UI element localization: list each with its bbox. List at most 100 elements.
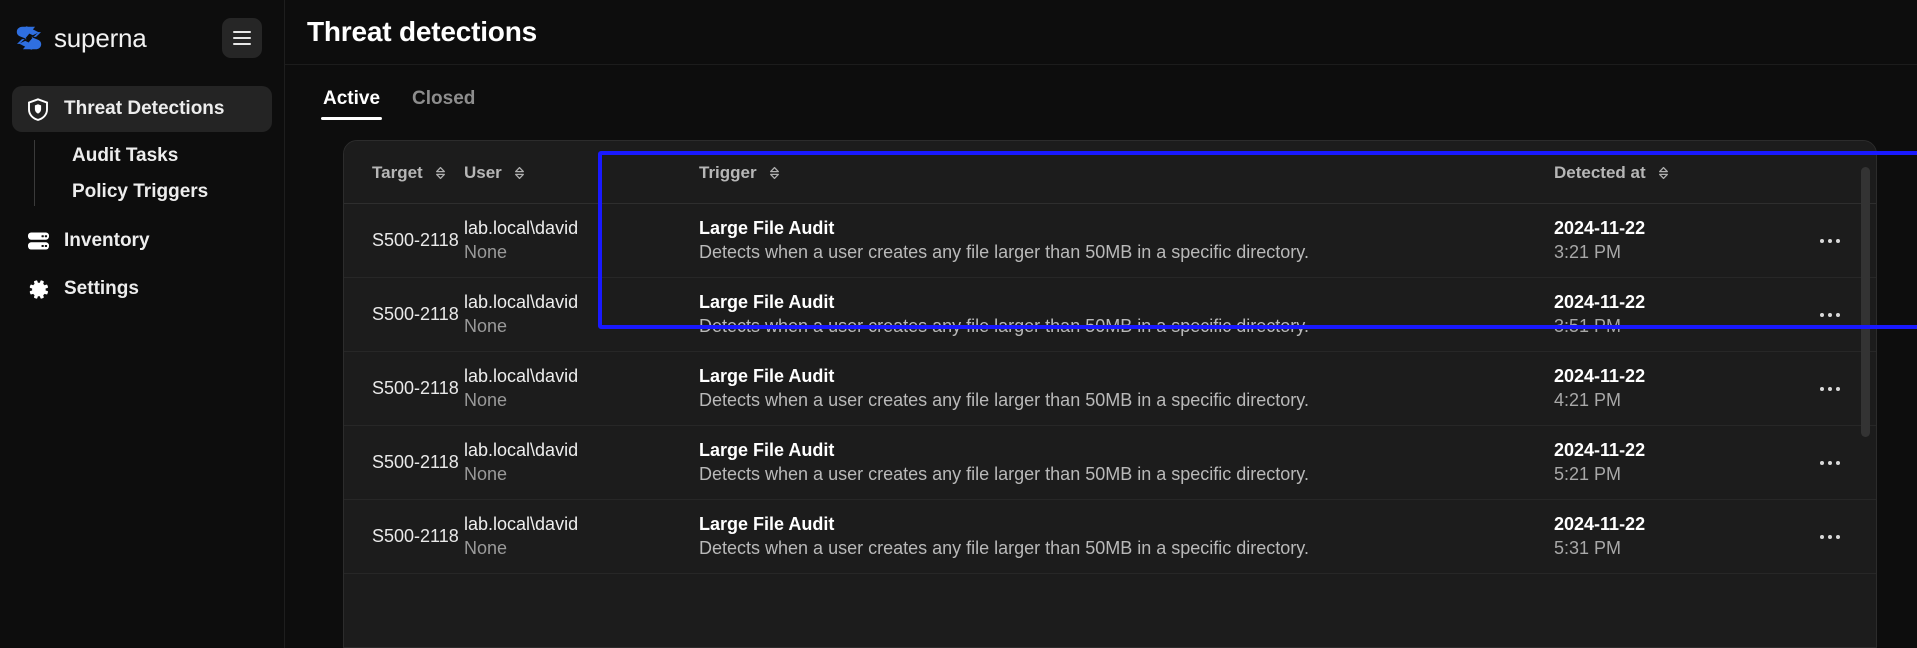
cell-user: lab.local\david None bbox=[464, 203, 699, 278]
sidebar-item-label: Policy Triggers bbox=[72, 181, 209, 202]
detected-date: 2024-11-22 bbox=[1554, 218, 1646, 238]
kebab-dot bbox=[1836, 386, 1840, 391]
trigger-title: Large File Audit bbox=[699, 514, 835, 534]
sort-chevron-icon[interactable] bbox=[769, 166, 780, 180]
sidebar-item-inventory[interactable]: Inventory bbox=[12, 218, 272, 264]
kebab-menu-icon[interactable] bbox=[1809, 224, 1851, 258]
main-content: Threat detections Active Closed Target U… bbox=[285, 0, 1917, 648]
sidebar-item-label: Threat Detections bbox=[64, 98, 225, 119]
column-header-detected-at[interactable]: Detected at bbox=[1554, 141, 1784, 204]
column-label: Trigger bbox=[699, 163, 757, 182]
table-row[interactable]: S500-2118 lab.local\david None Large Fil… bbox=[344, 425, 1876, 500]
sort-chevron-icon[interactable] bbox=[514, 166, 525, 180]
user-secondary: None bbox=[464, 538, 508, 558]
cell-target: S500-2118 bbox=[344, 425, 464, 500]
user-name: lab.local\david bbox=[464, 292, 579, 312]
table-row[interactable]: S500-2118 lab.local\david None Large Fil… bbox=[344, 351, 1876, 426]
column-header-trigger[interactable]: Trigger bbox=[699, 141, 1554, 204]
tab-closed[interactable]: Closed bbox=[396, 89, 491, 120]
cell-user: lab.local\david None bbox=[464, 425, 699, 500]
scrollbar-thumb[interactable] bbox=[1861, 167, 1870, 437]
table-row[interactable]: S500-2118 lab.local\david None Large Fil… bbox=[344, 499, 1876, 574]
column-header-user[interactable]: User bbox=[464, 141, 699, 204]
user-name: lab.local\david bbox=[464, 440, 579, 460]
cell-trigger: Large File Audit Detects when a user cre… bbox=[699, 351, 1554, 426]
tab-label: Closed bbox=[412, 88, 476, 109]
cell-trigger: Large File Audit Detects when a user cre… bbox=[699, 425, 1554, 500]
sidebar-header: superna bbox=[0, 0, 284, 76]
user-name: lab.local\david bbox=[464, 218, 579, 238]
cell-trigger: Large File Audit Detects when a user cre… bbox=[699, 499, 1554, 574]
tab-label: Active bbox=[323, 88, 381, 109]
kebab-dot bbox=[1820, 386, 1824, 391]
kebab-dot bbox=[1828, 460, 1832, 465]
kebab-menu-icon[interactable] bbox=[1809, 298, 1851, 332]
sidebar-item-policy-triggers[interactable]: Policy Triggers bbox=[34, 174, 272, 210]
cell-trigger: Large File Audit Detects when a user cre… bbox=[699, 277, 1554, 352]
kebab-dot bbox=[1828, 534, 1832, 539]
cell-detected-at: 2024-11-22 3:51 PM bbox=[1554, 277, 1784, 352]
sidebar-item-settings[interactable]: Settings bbox=[12, 266, 272, 312]
table-header-row: Target User Trigger Detected at bbox=[344, 141, 1876, 204]
page-header: Threat detections bbox=[285, 0, 1917, 64]
sidebar: superna Threat Detections Audit Tasks Po… bbox=[0, 0, 285, 648]
sidebar-item-threat-detections[interactable]: Threat Detections bbox=[12, 86, 272, 132]
column-label: Target bbox=[372, 163, 423, 182]
trigger-title: Large File Audit bbox=[699, 440, 835, 460]
user-name: lab.local\david bbox=[464, 366, 579, 386]
sidebar-item-audit-tasks[interactable]: Audit Tasks bbox=[34, 138, 272, 174]
tab-active[interactable]: Active bbox=[307, 89, 396, 120]
sort-chevron-icon[interactable] bbox=[1658, 166, 1669, 180]
cell-target: S500-2118 bbox=[344, 351, 464, 426]
shield-icon bbox=[26, 97, 50, 121]
detected-date: 2024-11-22 bbox=[1554, 440, 1646, 460]
trigger-description: Detects when a user creates any file lar… bbox=[699, 538, 1309, 558]
cell-target: S500-2118 bbox=[344, 203, 464, 278]
column-header-target[interactable]: Target bbox=[344, 141, 464, 204]
cell-user: lab.local\david None bbox=[464, 277, 699, 352]
sidebar-nav: Threat Detections Audit Tasks Policy Tri… bbox=[0, 76, 284, 312]
detections-table-card: Target User Trigger Detected at S500-211… bbox=[343, 140, 1877, 648]
brand-name: superna bbox=[54, 22, 147, 53]
sidebar-item-label: Settings bbox=[64, 278, 139, 299]
trigger-description: Detects when a user creates any file lar… bbox=[699, 390, 1309, 410]
user-secondary: None bbox=[464, 242, 508, 262]
table-head: Target User Trigger Detected at bbox=[344, 141, 1876, 204]
cell-target: S500-2118 bbox=[344, 499, 464, 574]
kebab-menu-icon[interactable] bbox=[1809, 446, 1851, 480]
cell-detected-at: 2024-11-22 5:21 PM bbox=[1554, 425, 1784, 500]
column-label: User bbox=[464, 163, 502, 182]
kebab-dot bbox=[1820, 534, 1824, 539]
sidebar-item-label: Audit Tasks bbox=[72, 145, 179, 166]
column-label: Detected at bbox=[1554, 163, 1646, 182]
kebab-dot bbox=[1836, 238, 1840, 243]
sidebar-item-label: Inventory bbox=[64, 230, 150, 251]
sidebar-subnav: Audit Tasks Policy Triggers bbox=[12, 138, 272, 210]
kebab-menu-icon[interactable] bbox=[1809, 520, 1851, 554]
detected-date: 2024-11-22 bbox=[1554, 292, 1646, 312]
kebab-dot bbox=[1828, 386, 1832, 391]
kebab-dot bbox=[1828, 238, 1832, 243]
brand[interactable]: superna bbox=[14, 23, 147, 54]
user-secondary: None bbox=[464, 464, 508, 484]
table-scrollbar[interactable] bbox=[1861, 167, 1870, 647]
kebab-menu-icon[interactable] bbox=[1809, 372, 1851, 406]
kebab-dot bbox=[1820, 312, 1824, 317]
cell-target: S500-2118 bbox=[344, 277, 464, 352]
trigger-description: Detects when a user creates any file lar… bbox=[699, 242, 1309, 262]
table-row[interactable]: S500-2118 lab.local\david None Large Fil… bbox=[344, 277, 1876, 352]
detected-date: 2024-11-22 bbox=[1554, 366, 1646, 386]
cell-user: lab.local\david None bbox=[464, 351, 699, 426]
cell-detected-at: 2024-11-22 5:31 PM bbox=[1554, 499, 1784, 574]
hamburger-icon[interactable] bbox=[222, 18, 262, 58]
hamburger-line bbox=[233, 37, 251, 39]
table-row[interactable]: S500-2118 lab.local\david None Large Fil… bbox=[344, 203, 1876, 278]
sort-chevron-icon[interactable] bbox=[435, 166, 446, 180]
detected-time: 4:21 PM bbox=[1554, 390, 1622, 410]
gear-icon bbox=[26, 277, 50, 301]
kebab-dot bbox=[1836, 312, 1840, 317]
detected-time: 5:21 PM bbox=[1554, 464, 1622, 484]
user-secondary: None bbox=[464, 390, 508, 410]
kebab-dot bbox=[1820, 460, 1824, 465]
user-secondary: None bbox=[464, 316, 508, 336]
